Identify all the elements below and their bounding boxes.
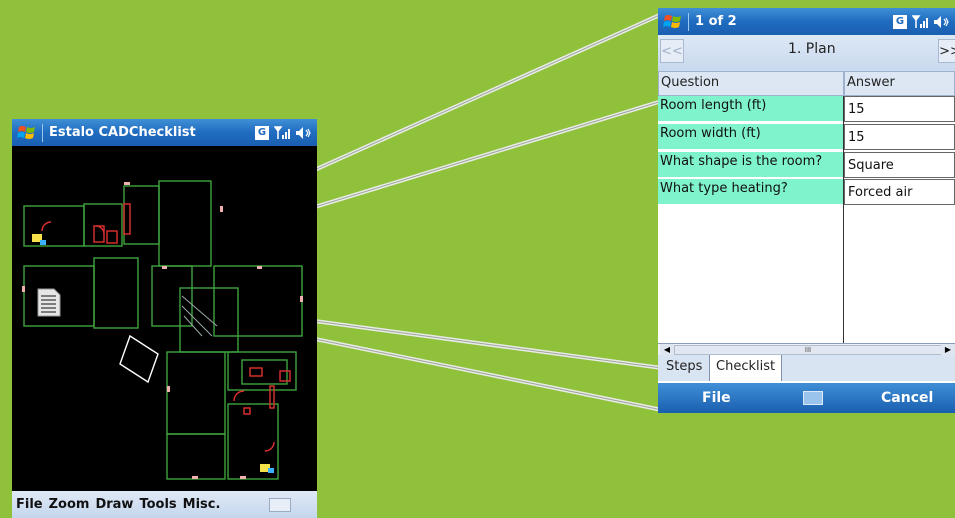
step-navigation: << 1. Plan >> [658,35,955,71]
google-icon[interactable]: G [893,14,907,29]
status-icons: G [893,14,949,29]
signal-icon[interactable] [274,125,290,140]
tab-steps[interactable]: Steps [660,355,708,381]
menu-misc[interactable]: Misc. [183,497,221,512]
volume-icon[interactable] [933,15,949,29]
answer-cell[interactable]: Square [844,152,955,178]
question-cell[interactable]: What shape is the room? [658,152,844,178]
windows-start-icon[interactable] [16,123,38,143]
cancel-softkey[interactable]: Cancel [881,390,933,406]
menu-zoom[interactable]: Zoom [49,497,90,512]
softkey-bar: File Cancel [658,383,955,413]
column-header-answer[interactable]: Answer [844,71,955,96]
google-icon[interactable]: G [255,125,269,140]
question-cell[interactable]: Room length (ft) [658,96,844,122]
signal-icon[interactable] [912,14,928,29]
next-step-button[interactable]: >> [938,39,955,63]
window-title: Estalo CADChecklist [49,125,196,140]
windows-start-icon[interactable] [662,12,684,32]
tab-bar: Steps Checklist [658,355,955,381]
title-separator [42,123,43,142]
column-header-question[interactable]: Question [658,71,844,96]
document-icon[interactable] [37,288,61,317]
menu-tools[interactable]: Tools [139,497,176,512]
title-separator [688,12,689,31]
status-icons: G [255,125,311,140]
prev-step-button[interactable]: << [660,39,684,63]
tab-checklist[interactable]: Checklist [709,355,783,381]
question-cell[interactable]: Room width (ft) [658,124,844,150]
question-cell[interactable]: What type heating? [658,179,844,205]
menu-draw[interactable]: Draw [95,497,133,512]
menu-bar: File Zoom Draw Tools Misc. [12,491,317,518]
menu-file[interactable]: File [16,497,43,512]
title-bar: 1 of 2 G [658,8,955,35]
answer-cell[interactable]: 15 [844,96,955,122]
cad-device-screen: Estalo CADChecklist G File Zoom Draw Too… [12,119,317,518]
scrollbar-thumb[interactable]: III [674,345,942,355]
file-softkey[interactable]: File [702,390,731,406]
title-bar: Estalo CADChecklist G [12,119,317,146]
cad-floor-plan[interactable] [12,146,317,491]
answer-cell[interactable]: 15 [844,124,955,150]
checklist-grid: Question Answer Room length (ft) 15 Room… [658,71,955,343]
column-divider [843,96,844,343]
checklist-device-screen: 1 of 2 G << 1. Plan >> Question Answer R… [658,8,955,413]
step-title: 1. Plan [788,41,836,57]
window-title: 1 of 2 [695,14,737,29]
keyboard-icon[interactable] [269,497,291,512]
keyboard-icon[interactable] [803,391,823,405]
volume-icon[interactable] [295,126,311,140]
answer-cell[interactable]: Forced air [844,179,955,205]
